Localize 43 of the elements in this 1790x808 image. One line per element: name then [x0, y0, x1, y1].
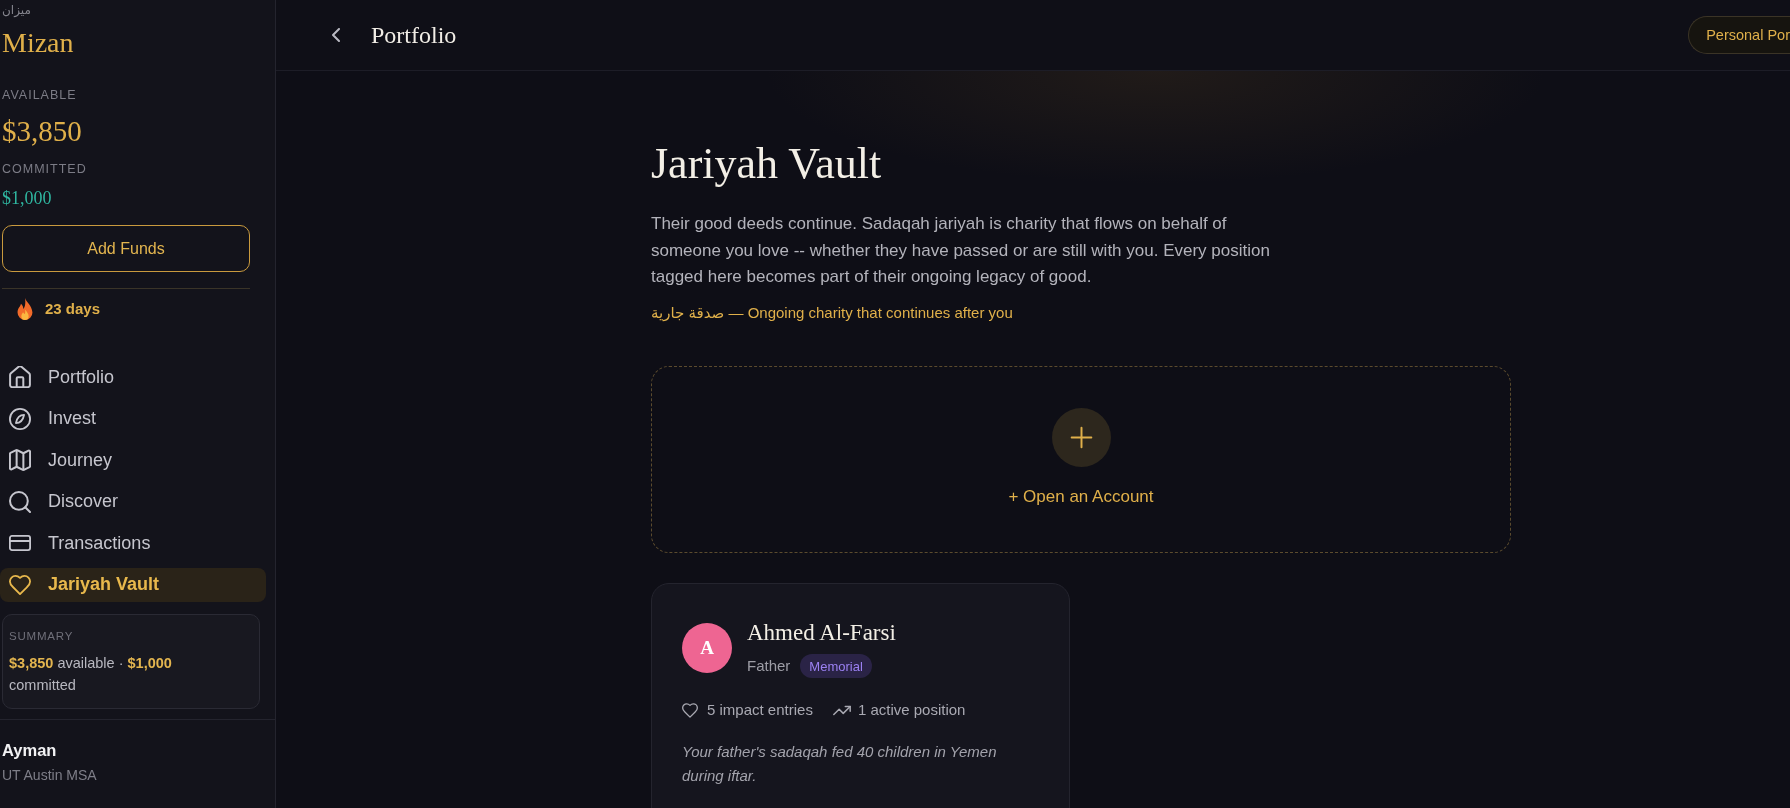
balance-amount: $3,850: [2, 114, 82, 148]
flame-icon: [17, 298, 33, 320]
brand-name: Mizan: [2, 26, 74, 60]
balance-label: AVAILABLE: [2, 87, 77, 103]
page-title: Portfolio: [371, 21, 457, 50]
vault-subtitle: صدقة جارية — Ongoing charity that continues after you: [651, 303, 1013, 323]
user-organization: UT Austin MSA: [2, 766, 97, 784]
add-funds-button[interactable]: Add Funds: [2, 225, 250, 272]
nav-item[interactable]: Discover: [0, 484, 266, 519]
balance-label: COMMITTED: [2, 161, 87, 177]
trending-up-icon: [832, 704, 851, 716]
heart-icon: [682, 702, 698, 718]
impact-note: Your father's sadaqah fed 40 children in Yemen during iftar.: [682, 742, 998, 786]
credit-card-icon: [9, 532, 31, 554]
active-positions: 1 active position: [857, 700, 966, 720]
memorial-tag: Memorial: [800, 654, 872, 678]
streak-days: 23 days: [45, 299, 101, 319]
user-name: Ayman: [2, 740, 57, 760]
impact-entries: 5 impact entries: [707, 700, 813, 720]
nav-item[interactable]: Jariyah Vault: [0, 567, 266, 602]
vault-description: Their good deeds continue. Sadaqah jariyah is charity that flows on behalf of someone you love -- whether they have passed or are still with you. Every position tagged here becomes part of their ongoing legacy of good.: [651, 213, 1271, 288]
search-icon: [9, 490, 31, 513]
summary-text: $3,850 available · $1,000 committed: [9, 654, 173, 695]
heart-icon: [9, 573, 31, 596]
plus-icon: [1051, 408, 1111, 467]
compass-icon: [9, 407, 31, 430]
chevron-left-icon: [332, 28, 340, 42]
person-name: Ahmed Al-Farsi: [747, 619, 896, 647]
nav-item[interactable]: Invest: [0, 401, 266, 436]
balance-amount: $1,000: [2, 187, 52, 209]
vault-title: Jariyah Vault: [651, 138, 882, 190]
summary-label: SUMMARY: [9, 629, 75, 643]
nav-item[interactable]: Transactions: [0, 526, 266, 560]
nav-item[interactable]: Portfolio: [0, 360, 266, 394]
portfolio-menu-button[interactable]: Personal Por: [1688, 16, 1790, 54]
brand-arabic-name: ميزان: [2, 2, 31, 18]
home-icon: [9, 366, 31, 388]
avatar: A: [682, 623, 732, 673]
person-card[interactable]: A Ahmed Al-Farsi Father Memorial 5 impact entries 1 active position Your father's sadaqah fed 40 children in Yemen during iftar.: [651, 583, 1070, 808]
nav-item[interactable]: Journey: [0, 443, 266, 477]
open-account-button[interactable]: + Open an Account: [651, 366, 1511, 553]
person-relation: Father: [747, 656, 791, 676]
map-icon: [9, 449, 31, 471]
